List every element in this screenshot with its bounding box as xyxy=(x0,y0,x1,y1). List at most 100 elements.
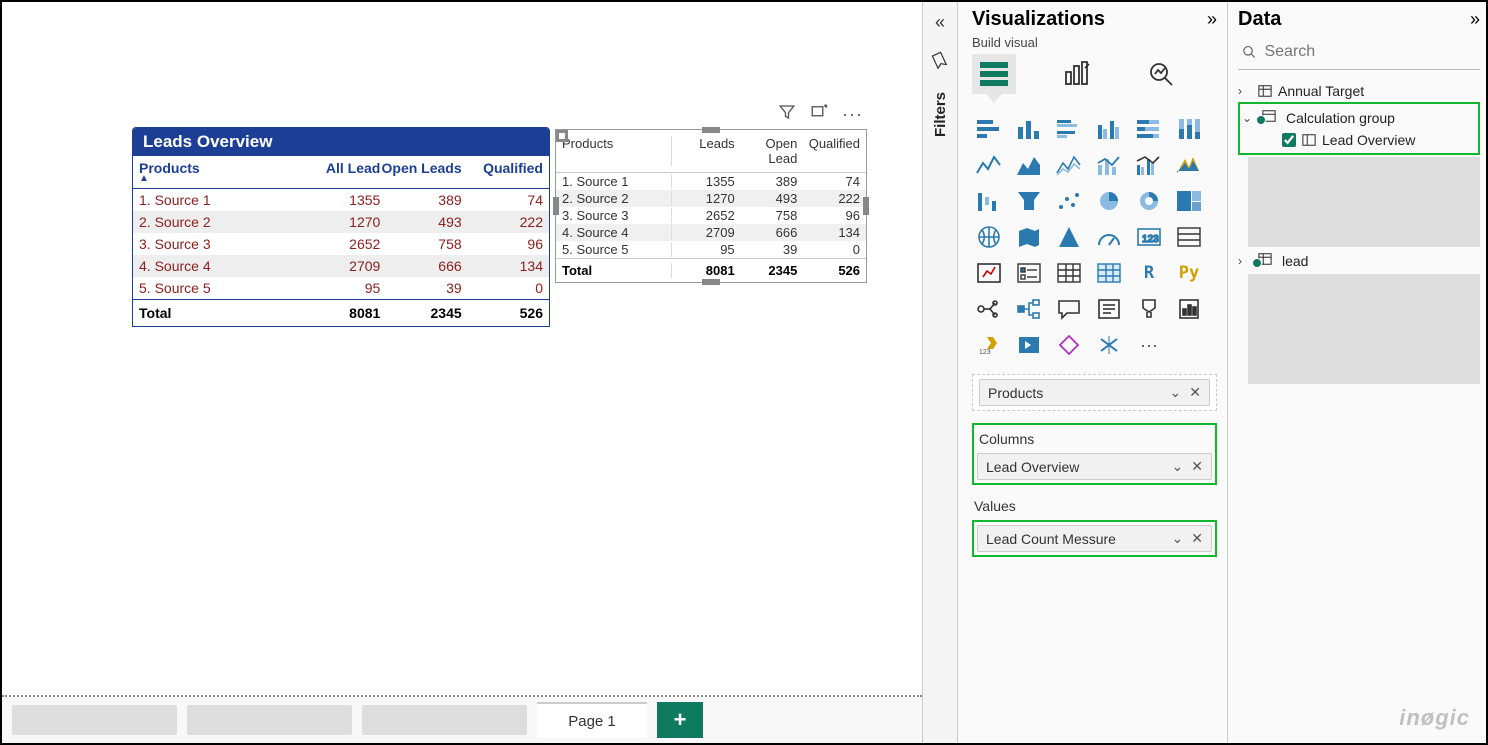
tree-item-lead-overview[interactable]: Lead Overview xyxy=(1282,129,1476,151)
resize-handle[interactable] xyxy=(556,130,568,142)
python-visual-icon[interactable]: Py xyxy=(1172,258,1206,288)
tree-item-lead[interactable]: › lead xyxy=(1238,249,1480,272)
clustered-column-icon[interactable] xyxy=(1092,114,1126,144)
bookmark-icon[interactable] xyxy=(931,51,949,74)
focus-mode-icon[interactable] xyxy=(810,103,828,126)
collapse-pane-icon[interactable]: » xyxy=(1207,9,1217,30)
format-visual-tab[interactable] xyxy=(1056,54,1100,94)
key-influencers-icon[interactable] xyxy=(972,294,1006,324)
table-row[interactable]: 4. Source 4 2709 666 134 xyxy=(133,255,549,277)
field-pill-lead-overview[interactable]: Lead Overview ⌄✕ xyxy=(977,453,1212,480)
donut-icon[interactable] xyxy=(1132,186,1166,216)
decomposition-tree-icon[interactable] xyxy=(1012,294,1046,324)
remove-field-icon[interactable]: ✕ xyxy=(1191,458,1203,475)
arcgis-icon[interactable] xyxy=(1052,330,1086,360)
more-options-icon[interactable]: ··· xyxy=(842,104,863,125)
power-automate-icon[interactable] xyxy=(1012,330,1046,360)
expand-icon[interactable]: › xyxy=(1238,254,1252,268)
clustered-bar-icon[interactable] xyxy=(1052,114,1086,144)
table-row[interactable]: 2. Source 2 1270 493 222 xyxy=(133,211,549,233)
resize-handle[interactable] xyxy=(702,279,720,285)
pie-icon[interactable] xyxy=(1092,186,1126,216)
treemap-icon[interactable] xyxy=(1172,186,1206,216)
build-fields-tab[interactable] xyxy=(972,54,1016,94)
ribbon-chart-icon[interactable] xyxy=(1172,150,1206,180)
chevron-down-icon[interactable]: ⌄ xyxy=(1172,530,1184,547)
table-row[interactable]: 5. Source 5 95 39 0 xyxy=(133,277,549,299)
chevron-down-icon[interactable]: ⌄ xyxy=(1170,384,1182,401)
canvas-body[interactable]: Leads Overview Products ▲ All Lead Open … xyxy=(2,2,922,697)
paginated-report-icon[interactable] xyxy=(1172,294,1206,324)
chevron-down-icon[interactable]: ⌄ xyxy=(1172,458,1184,475)
gauge-icon[interactable] xyxy=(1092,222,1126,252)
resize-handle[interactable] xyxy=(553,197,559,215)
col-leads[interactable]: Leads xyxy=(672,136,735,166)
area-chart-icon[interactable] xyxy=(1012,150,1046,180)
table-row[interactable]: 1. Source 1135538974 xyxy=(556,173,866,190)
expand-filters-icon[interactable]: « xyxy=(935,12,945,33)
page-tab-active[interactable]: Page 1 xyxy=(537,702,647,738)
tree-item-calculation-group[interactable]: ⌄ Calculation group xyxy=(1242,106,1476,129)
field-checkbox[interactable] xyxy=(1282,133,1296,147)
table-row[interactable]: 2. Source 21270493222 xyxy=(556,190,866,207)
analytics-tab[interactable] xyxy=(1140,54,1184,94)
search-input[interactable] xyxy=(1264,43,1476,61)
remove-field-icon[interactable]: ✕ xyxy=(1191,530,1203,547)
resize-handle[interactable] xyxy=(863,197,869,215)
filter-icon[interactable] xyxy=(778,103,796,126)
col-all-lead[interactable]: All Lead xyxy=(299,160,380,184)
table-row[interactable]: 4. Source 42709666134 xyxy=(556,224,866,241)
stacked-area-icon[interactable] xyxy=(1052,150,1086,180)
stacked-column-icon[interactable] xyxy=(1012,114,1046,144)
custom-visual-icon[interactable] xyxy=(1092,330,1126,360)
remove-field-icon[interactable]: ✕ xyxy=(1189,384,1201,401)
table-row[interactable]: 5. Source 595390 xyxy=(556,241,866,258)
col-open-lead[interactable]: Open Lead xyxy=(735,136,798,166)
card-icon[interactable]: 123 xyxy=(1132,222,1166,252)
col-qualified[interactable]: Qualified xyxy=(797,136,860,166)
matrix-visual-icon[interactable] xyxy=(1092,258,1126,288)
add-page-button[interactable]: + xyxy=(657,702,703,738)
hundred-stacked-column-icon[interactable] xyxy=(1172,114,1206,144)
goals-icon[interactable] xyxy=(1132,294,1166,324)
search-field[interactable] xyxy=(1238,39,1480,70)
col-products[interactable]: Products xyxy=(562,136,672,166)
field-pill-lead-count-measure[interactable]: Lead Count Messure ⌄✕ xyxy=(977,525,1212,552)
stacked-bar-icon[interactable] xyxy=(972,114,1006,144)
line-clustered-column-icon[interactable] xyxy=(1132,150,1166,180)
qa-visual-icon[interactable] xyxy=(1052,294,1086,324)
rows-field-well[interactable]: Products ⌄✕ xyxy=(972,374,1217,411)
table-row[interactable]: 3. Source 3265275896 xyxy=(556,207,866,224)
page-tab-placeholder[interactable] xyxy=(362,705,527,735)
map-icon[interactable] xyxy=(972,222,1006,252)
table-row[interactable]: 1. Source 1 1355 389 74 xyxy=(133,189,549,211)
hundred-stacked-bar-icon[interactable] xyxy=(1132,114,1166,144)
kpi-icon[interactable] xyxy=(972,258,1006,288)
table-row[interactable]: 3. Source 3 2652 758 96 xyxy=(133,233,549,255)
page-tab-placeholder[interactable] xyxy=(12,705,177,735)
scatter-icon[interactable] xyxy=(1052,186,1086,216)
field-pill-products[interactable]: Products ⌄✕ xyxy=(979,379,1210,406)
collapse-icon[interactable]: ⌄ xyxy=(1242,111,1256,125)
tree-item-annual-target[interactable]: › Annual Target xyxy=(1238,80,1480,102)
slicer-icon[interactable] xyxy=(1012,258,1046,288)
collapse-pane-icon[interactable]: » xyxy=(1470,9,1480,30)
visual-leads-overview-table[interactable]: Leads Overview Products ▲ All Lead Open … xyxy=(132,127,550,327)
col-open-leads[interactable]: Open Leads xyxy=(380,160,461,184)
r-visual-icon[interactable]: R xyxy=(1132,258,1166,288)
power-apps-icon[interactable]: 123 xyxy=(972,330,1006,360)
page-tab-placeholder[interactable] xyxy=(187,705,352,735)
funnel-icon[interactable] xyxy=(1012,186,1046,216)
filters-pane-collapsed[interactable]: « Filters xyxy=(922,2,958,743)
col-qualified[interactable]: Qualified xyxy=(462,160,543,184)
table-visual-icon[interactable] xyxy=(1052,258,1086,288)
smart-narrative-icon[interactable] xyxy=(1092,294,1126,324)
resize-handle[interactable] xyxy=(702,127,720,133)
expand-icon[interactable]: › xyxy=(1238,84,1252,98)
azure-map-icon[interactable] xyxy=(1052,222,1086,252)
filled-map-icon[interactable] xyxy=(1012,222,1046,252)
waterfall-icon[interactable] xyxy=(972,186,1006,216)
line-stacked-column-icon[interactable] xyxy=(1092,150,1126,180)
line-chart-icon[interactable] xyxy=(972,150,1006,180)
more-visuals-icon[interactable]: ··· xyxy=(1132,330,1166,360)
